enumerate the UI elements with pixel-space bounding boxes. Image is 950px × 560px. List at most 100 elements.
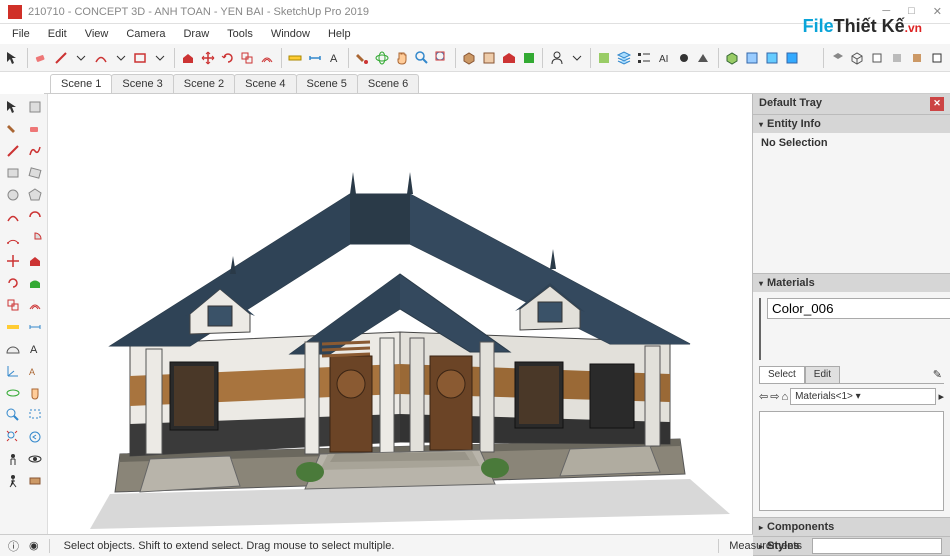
- components-header[interactable]: Components: [753, 518, 950, 536]
- paint-tool-icon[interactable]: [353, 47, 372, 69]
- move-tool-icon[interactable]: [198, 47, 217, 69]
- scale-icon[interactable]: [2, 294, 23, 315]
- eraser-icon[interactable]: [24, 118, 45, 139]
- 2pt-arc-icon[interactable]: [24, 206, 45, 227]
- person-icon[interactable]: [547, 47, 566, 69]
- eyedropper-icon[interactable]: ✎: [931, 366, 944, 383]
- tape-tool-icon[interactable]: [286, 47, 305, 69]
- nav-fwd-icon[interactable]: ⇨: [770, 390, 779, 403]
- arc-icon[interactable]: [2, 206, 23, 227]
- view-right-icon[interactable]: [782, 47, 801, 69]
- text-tool-icon[interactable]: A: [325, 47, 344, 69]
- wireframe-icon[interactable]: [848, 47, 867, 69]
- look-around-icon[interactable]: [24, 448, 45, 469]
- circle-icon[interactable]: [2, 184, 23, 205]
- dropdown-icon[interactable]: [567, 47, 586, 69]
- menu-view[interactable]: View: [77, 26, 117, 42]
- material-swatch[interactable]: [759, 298, 761, 360]
- pan-tool-icon[interactable]: [393, 47, 412, 69]
- eraser-icon[interactable]: [32, 47, 51, 69]
- home-icon[interactable]: ⌂: [781, 391, 788, 403]
- line-icon[interactable]: [2, 140, 23, 161]
- outliner-icon[interactable]: [634, 47, 653, 69]
- pushpull-tool-icon[interactable]: [178, 47, 197, 69]
- rotate-icon[interactable]: [2, 272, 23, 293]
- select-tool-icon[interactable]: [4, 47, 23, 69]
- monochrome-icon[interactable]: [927, 47, 946, 69]
- section-plane-icon[interactable]: [24, 470, 45, 491]
- zoom-extents-icon[interactable]: [2, 426, 23, 447]
- material-thumbnails[interactable]: [759, 411, 944, 511]
- maximize-button[interactable]: □: [908, 5, 915, 18]
- hidden-line-icon[interactable]: [868, 47, 887, 69]
- rotate-tool-icon[interactable]: [218, 47, 237, 69]
- fog-icon[interactable]: [694, 47, 713, 69]
- rotated-rect-icon[interactable]: [24, 162, 45, 183]
- 3pt-arc-icon[interactable]: [2, 228, 23, 249]
- arc-tool-icon[interactable]: [91, 47, 110, 69]
- material-name-input[interactable]: [767, 298, 950, 319]
- scene-tab[interactable]: Scene 3: [111, 74, 173, 93]
- component-icon[interactable]: [24, 96, 45, 117]
- section-icon[interactable]: [595, 47, 614, 69]
- walk-icon[interactable]: [2, 470, 23, 491]
- offset-icon[interactable]: [24, 294, 45, 315]
- line-tool-icon[interactable]: [52, 47, 71, 69]
- rectangle-icon[interactable]: [2, 162, 23, 183]
- scene-tab[interactable]: Scene 5: [296, 74, 358, 93]
- freehand-icon[interactable]: [24, 140, 45, 161]
- pan-icon[interactable]: [24, 382, 45, 403]
- 3d-viewport[interactable]: Copyright © FileThietKe.vn: [48, 94, 752, 534]
- group-icon[interactable]: [480, 47, 499, 69]
- measurements-input[interactable]: [812, 538, 942, 554]
- style-icon[interactable]: AI: [654, 47, 673, 69]
- tape-icon[interactable]: [2, 316, 23, 337]
- menu-camera[interactable]: Camera: [118, 26, 173, 42]
- scene-tab[interactable]: Scene 2: [173, 74, 235, 93]
- menu-edit[interactable]: Edit: [40, 26, 75, 42]
- scene-tab[interactable]: Scene 4: [234, 74, 296, 93]
- axes-icon[interactable]: [2, 360, 23, 381]
- protractor-icon[interactable]: [2, 338, 23, 359]
- rectangle-tool-icon[interactable]: [131, 47, 150, 69]
- view-front-icon[interactable]: [762, 47, 781, 69]
- zoom-icon[interactable]: [2, 404, 23, 425]
- entity-info-header[interactable]: Entity Info: [753, 115, 950, 133]
- nav-back-icon[interactable]: ⇦: [759, 390, 768, 403]
- shaded-icon[interactable]: [888, 47, 907, 69]
- pie-icon[interactable]: [24, 228, 45, 249]
- materials-tab-select[interactable]: Select: [759, 366, 805, 383]
- menu-window[interactable]: Window: [263, 26, 318, 42]
- menu-help[interactable]: Help: [320, 26, 359, 42]
- textured-icon[interactable]: [907, 47, 926, 69]
- shadow-icon[interactable]: [674, 47, 693, 69]
- position-camera-icon[interactable]: [2, 448, 23, 469]
- materials-header[interactable]: Materials: [753, 274, 950, 292]
- menu-file[interactable]: File: [4, 26, 38, 42]
- select-icon[interactable]: [2, 96, 23, 117]
- close-button[interactable]: ✕: [933, 5, 942, 18]
- text-icon[interactable]: A: [24, 338, 45, 359]
- dimension-icon[interactable]: [24, 316, 45, 337]
- 3dtext-icon[interactable]: A: [24, 360, 45, 381]
- polygon-icon[interactable]: [24, 184, 45, 205]
- orbit-tool-icon[interactable]: [373, 47, 392, 69]
- move-icon[interactable]: [2, 250, 23, 271]
- extension-icon[interactable]: [520, 47, 539, 69]
- zoom-window-icon[interactable]: [24, 404, 45, 425]
- scene-tab[interactable]: Scene 1: [50, 74, 112, 93]
- offset-tool-icon[interactable]: [258, 47, 277, 69]
- pushpull-icon[interactable]: [24, 250, 45, 271]
- tray-close-button[interactable]: ✕: [930, 97, 944, 111]
- dropdown-icon[interactable]: [151, 47, 170, 69]
- menu-draw[interactable]: Draw: [175, 26, 217, 42]
- dropdown-icon[interactable]: [111, 47, 130, 69]
- layers-icon[interactable]: [615, 47, 634, 69]
- dimension-tool-icon[interactable]: [305, 47, 324, 69]
- help-icon[interactable]: ⓘ: [8, 538, 19, 554]
- paint-icon[interactable]: [2, 118, 23, 139]
- view-iso-icon[interactable]: [723, 47, 742, 69]
- materials-tab-edit[interactable]: Edit: [805, 366, 840, 383]
- view-top-icon[interactable]: [743, 47, 762, 69]
- previous-icon[interactable]: [24, 426, 45, 447]
